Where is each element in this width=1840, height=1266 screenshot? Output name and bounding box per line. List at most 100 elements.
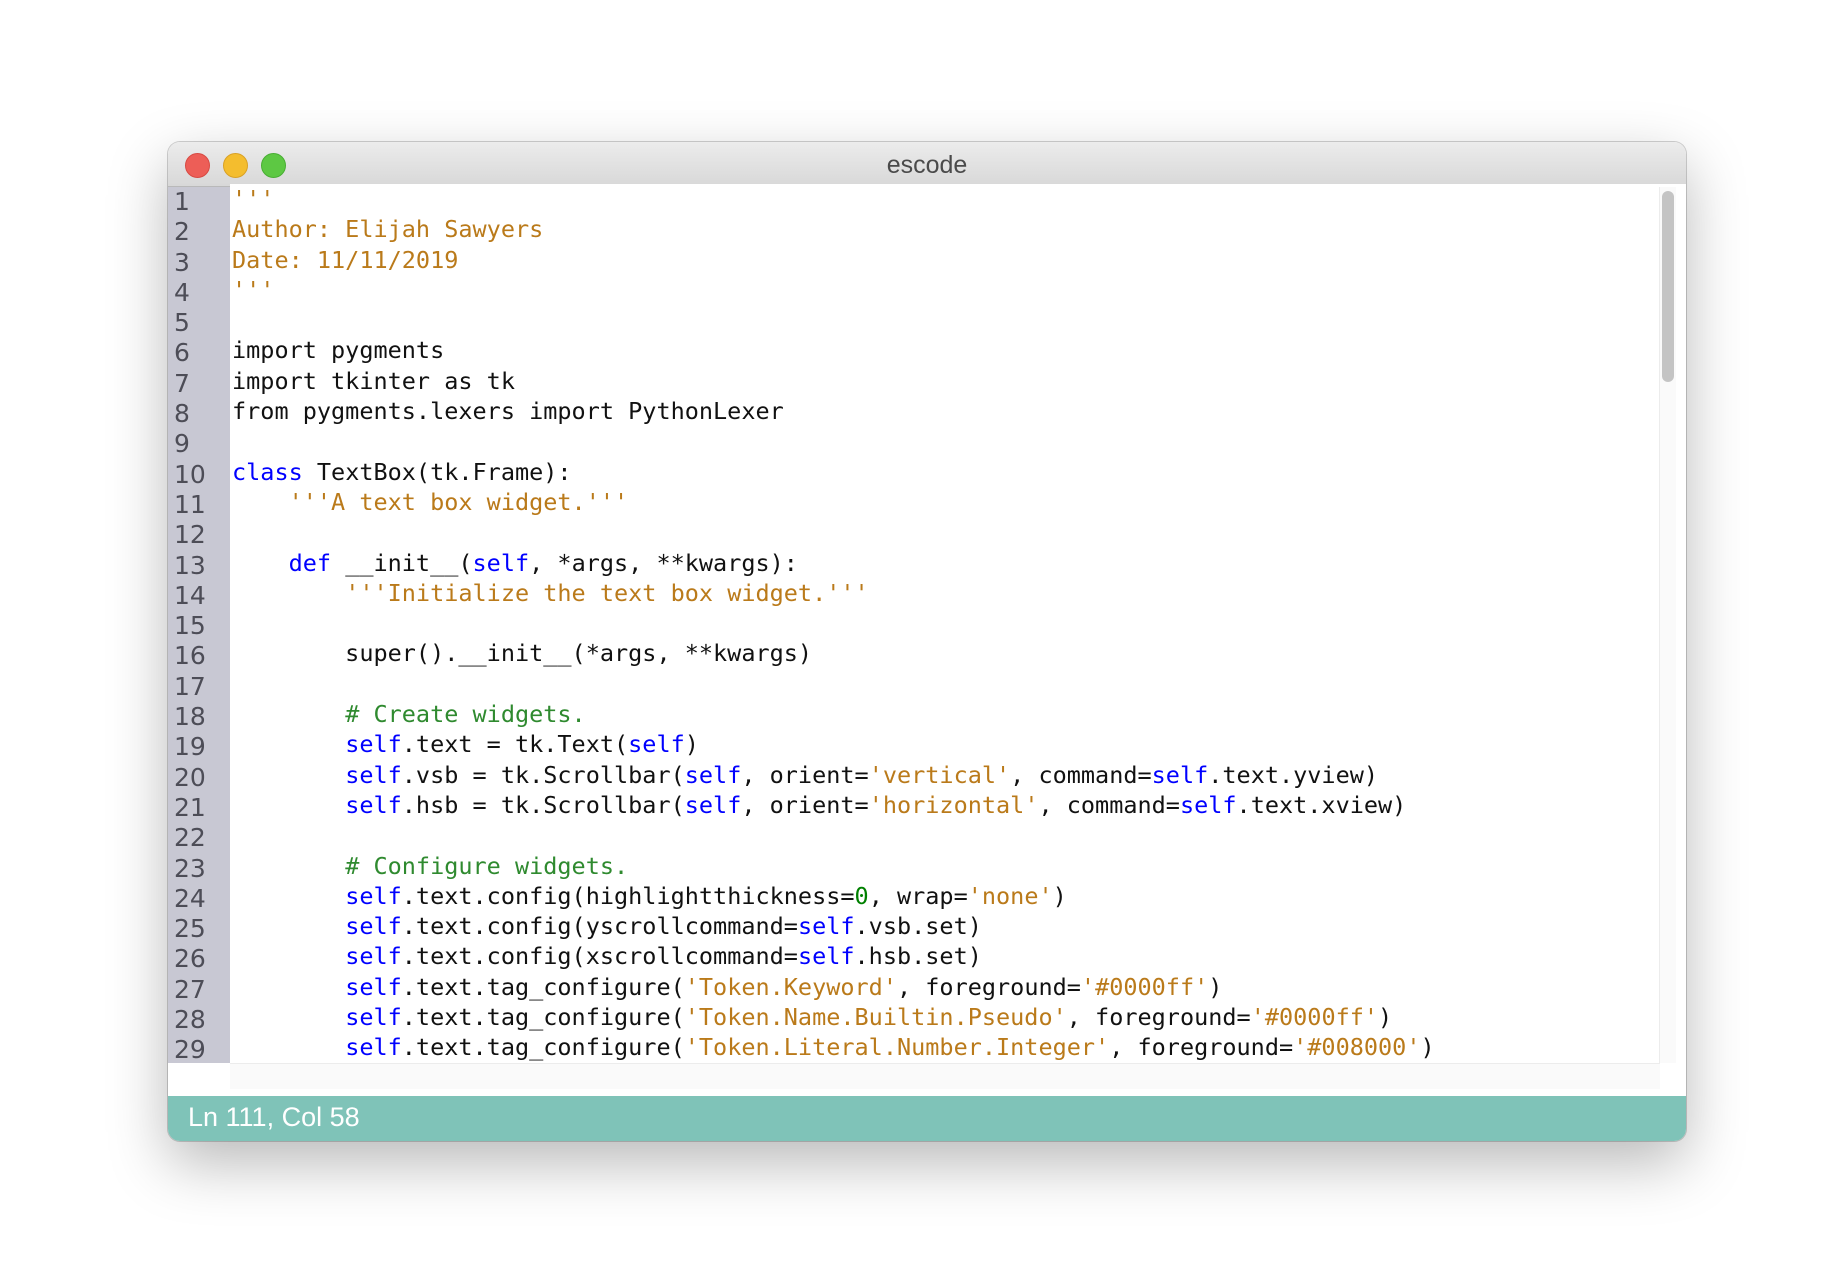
code-token-text: .text.config(highlightthickness= <box>401 881 855 910</box>
line-number: 5 <box>174 308 190 338</box>
code-token-text: .text.xview) <box>1236 790 1407 819</box>
code-line: Author: Elijah Sawyers <box>230 214 1686 244</box>
code-line: ''' <box>230 184 1686 214</box>
code-token-string: '''A text box widget.''' <box>288 487 629 516</box>
vertical-scrollbar[interactable] <box>1659 187 1676 1063</box>
code-token-text: .vsb = tk.Scrollbar( <box>401 760 685 789</box>
code-token-text: .text.config(xscrollcommand= <box>401 942 798 971</box>
code-token-text: .text.yview) <box>1208 760 1379 789</box>
line-number: 9 <box>174 429 190 459</box>
code-token-text: .text.tag_configure( <box>401 1033 685 1062</box>
code-line: self.text.tag_configure('Token.Name.Buil… <box>230 1002 1686 1032</box>
code-token-text: , foreground= <box>896 972 1081 1001</box>
code-token-keyword: self <box>684 760 742 789</box>
line-number: 11 <box>174 489 206 519</box>
line-number: 29 <box>174 1035 206 1063</box>
editor-window: escode 1 2 3 4 5 6 7 8 9 10 11 12 13 14 15 16 17 18 19 20 21… <box>168 142 1686 1141</box>
code-token-text: from pygments.lexers import PythonLexer <box>232 397 784 426</box>
code-line: super().__init__(*args, **kwargs) <box>230 638 1686 668</box>
line-number: 12 <box>174 520 206 550</box>
code-token-string: ''' <box>232 275 275 304</box>
code-token-string: 'Token.Keyword' <box>684 972 897 1001</box>
vertical-scrollbar-thumb[interactable] <box>1662 191 1674 382</box>
code-line: self.text.config(yscrollcommand=self.vsb… <box>230 911 1686 941</box>
code-token-string: '''Initialize the text box widget.''' <box>345 578 869 607</box>
line-number: 1 <box>174 187 190 216</box>
code-token-number: 0 <box>854 881 869 910</box>
code-token-text: import pygments <box>232 336 445 365</box>
status-bar: Ln 111, Col 58 <box>168 1096 1686 1141</box>
code-token-keyword: self <box>345 972 402 1001</box>
line-number: 10 <box>174 459 206 489</box>
code-token-text: , orient= <box>741 790 869 819</box>
line-number: 14 <box>174 580 206 610</box>
code-line: '''Initialize the text box widget.''' <box>230 578 1686 608</box>
line-number: 24 <box>174 883 206 913</box>
code-line: import tkinter as tk <box>230 366 1686 396</box>
line-number: 21 <box>174 792 206 822</box>
code-token-string: '#0000ff' <box>1250 1003 1379 1032</box>
code-token-text: , orient= <box>741 760 869 789</box>
code-token-keyword: self <box>345 881 402 910</box>
code-token-text: , command= <box>1010 760 1152 789</box>
line-number: 15 <box>174 611 206 641</box>
code-token-keyword: self <box>684 790 742 819</box>
line-number: 26 <box>174 944 206 974</box>
code-token-text: , wrap= <box>868 881 968 910</box>
line-number: 8 <box>174 399 190 429</box>
window-title: escode <box>886 151 968 179</box>
code-token-keyword: self <box>1179 790 1237 819</box>
code-token-text: ) <box>684 730 699 759</box>
line-number: 25 <box>174 914 206 944</box>
title-bar[interactable]: escode <box>168 142 1686 187</box>
code-token-text: ) <box>1052 881 1067 910</box>
code-token-text: , foreground= <box>1109 1033 1294 1062</box>
line-number: 4 <box>174 277 190 307</box>
code-line: self.text.config(xscrollcommand=self.hsb… <box>230 941 1686 971</box>
code-token-keyword: self <box>345 730 402 759</box>
code-token-text: ) <box>1420 1033 1435 1062</box>
code-token-string: 'horizontal' <box>868 790 1039 819</box>
code-line: '''A text box widget.''' <box>230 487 1686 517</box>
horizontal-scrollbar[interactable] <box>230 1063 1660 1089</box>
code-line: self.vsb = tk.Scrollbar(self, orient='ve… <box>230 760 1686 790</box>
code-token-keyword: self <box>797 942 855 971</box>
code-token-text: super().__init__(*args, **kwargs) <box>232 639 813 668</box>
line-number: 13 <box>174 550 206 580</box>
code-token-keyword: self <box>345 942 402 971</box>
code-token-text: .text.tag_configure( <box>401 1003 685 1032</box>
code-line: from pygments.lexers import PythonLexer <box>230 396 1686 426</box>
code-token-string: 'Token.Literal.Number.Integer' <box>684 1033 1110 1062</box>
code-token-text: .text.tag_configure( <box>401 972 685 1001</box>
line-number: 17 <box>174 671 206 701</box>
code-editor-text-area[interactable]: ''' Author: Elijah Sawyers Date: 11/11/201… <box>230 184 1686 1063</box>
line-number: 3 <box>174 247 190 277</box>
code-token-keyword: self <box>797 912 855 941</box>
line-number: 27 <box>174 974 206 1004</box>
code-token-text: TextBox(tk.Frame): <box>302 457 572 486</box>
code-token-text: .hsb.set) <box>854 942 982 971</box>
code-line: self.text.tag_configure('Token.Keyword',… <box>230 972 1686 1002</box>
code-token-keyword: self <box>628 730 685 759</box>
code-token-text: , foreground= <box>1066 1003 1251 1032</box>
line-number: 28 <box>174 1005 206 1035</box>
code-line: Date: 11/11/2019 <box>230 245 1686 275</box>
code-line: self.text.config(highlightthickness=0, w… <box>230 881 1686 911</box>
code-token-keyword: self <box>345 790 402 819</box>
line-number: 20 <box>174 762 206 792</box>
line-number: 23 <box>174 853 206 883</box>
code-token-keyword: class <box>232 457 303 486</box>
